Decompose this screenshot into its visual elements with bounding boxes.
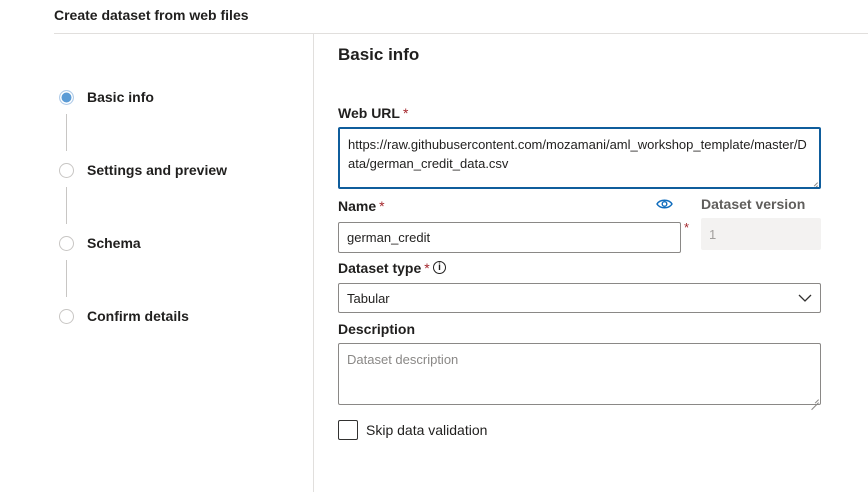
step-label: Confirm details <box>87 308 189 324</box>
chevron-down-icon <box>798 294 812 302</box>
step-confirm-details[interactable]: Confirm details <box>59 308 189 324</box>
step-label: Settings and preview <box>87 162 228 178</box>
page-header-title: Create dataset from web files <box>54 7 249 23</box>
section-title: Basic info <box>338 45 420 64</box>
dataset-version-value: 1 <box>709 226 717 242</box>
eye-icon[interactable] <box>656 198 673 210</box>
dataset-version-input: 1 <box>701 218 821 250</box>
name-value: german_credit <box>347 230 431 245</box>
required-mark: * <box>379 198 385 214</box>
info-icon[interactable]: i <box>433 261 446 274</box>
dataset-type-label: Dataset type * <box>338 260 430 276</box>
step-indicator <box>59 235 74 251</box>
step-indicator <box>59 162 74 178</box>
name-label-text: Name <box>338 198 377 214</box>
step-connector <box>66 187 67 224</box>
required-mark: * <box>684 220 690 235</box>
required-mark: * <box>402 105 409 121</box>
step-connector <box>66 260 67 297</box>
web-url-label: Web URL * <box>338 105 408 121</box>
dataset-version-label: Dataset version <box>701 196 806 212</box>
step-indicator-active <box>59 89 74 105</box>
step-settings-and-preview[interactable]: Settings and preview <box>59 162 227 178</box>
description-placeholder: Dataset description <box>347 352 459 367</box>
resize-grip-icon[interactable] <box>811 395 819 403</box>
web-url-label-text: Web URL <box>338 105 400 121</box>
step-schema[interactable]: Schema <box>59 235 141 251</box>
web-url-value: https://raw.githubusercontent.com/mozama… <box>348 137 807 171</box>
name-input[interactable]: german_credit <box>338 222 681 253</box>
description-input[interactable]: Dataset description <box>338 343 821 405</box>
required-mark: * <box>424 260 430 276</box>
skip-validation-label: Skip data validation <box>366 422 488 438</box>
step-label: Schema <box>87 235 141 251</box>
name-label: Name * <box>338 198 385 214</box>
step-connector <box>66 114 67 151</box>
header-divider <box>54 33 868 34</box>
step-indicator <box>59 308 74 324</box>
vertical-divider <box>313 34 314 492</box>
description-label: Description <box>338 321 416 337</box>
step-basic-info[interactable]: Basic info <box>59 89 154 105</box>
skip-validation-row[interactable]: Skip data validation <box>338 420 487 440</box>
web-url-input[interactable]: https://raw.githubusercontent.com/mozama… <box>338 127 821 189</box>
skip-validation-checkbox[interactable] <box>338 420 358 440</box>
step-label: Basic info <box>87 89 154 105</box>
dataset-type-select[interactable]: Tabular <box>338 283 821 313</box>
dataset-type-selected: Tabular <box>347 290 390 306</box>
resize-grip-icon[interactable] <box>810 178 818 186</box>
dataset-type-label-text: Dataset type <box>338 260 422 276</box>
